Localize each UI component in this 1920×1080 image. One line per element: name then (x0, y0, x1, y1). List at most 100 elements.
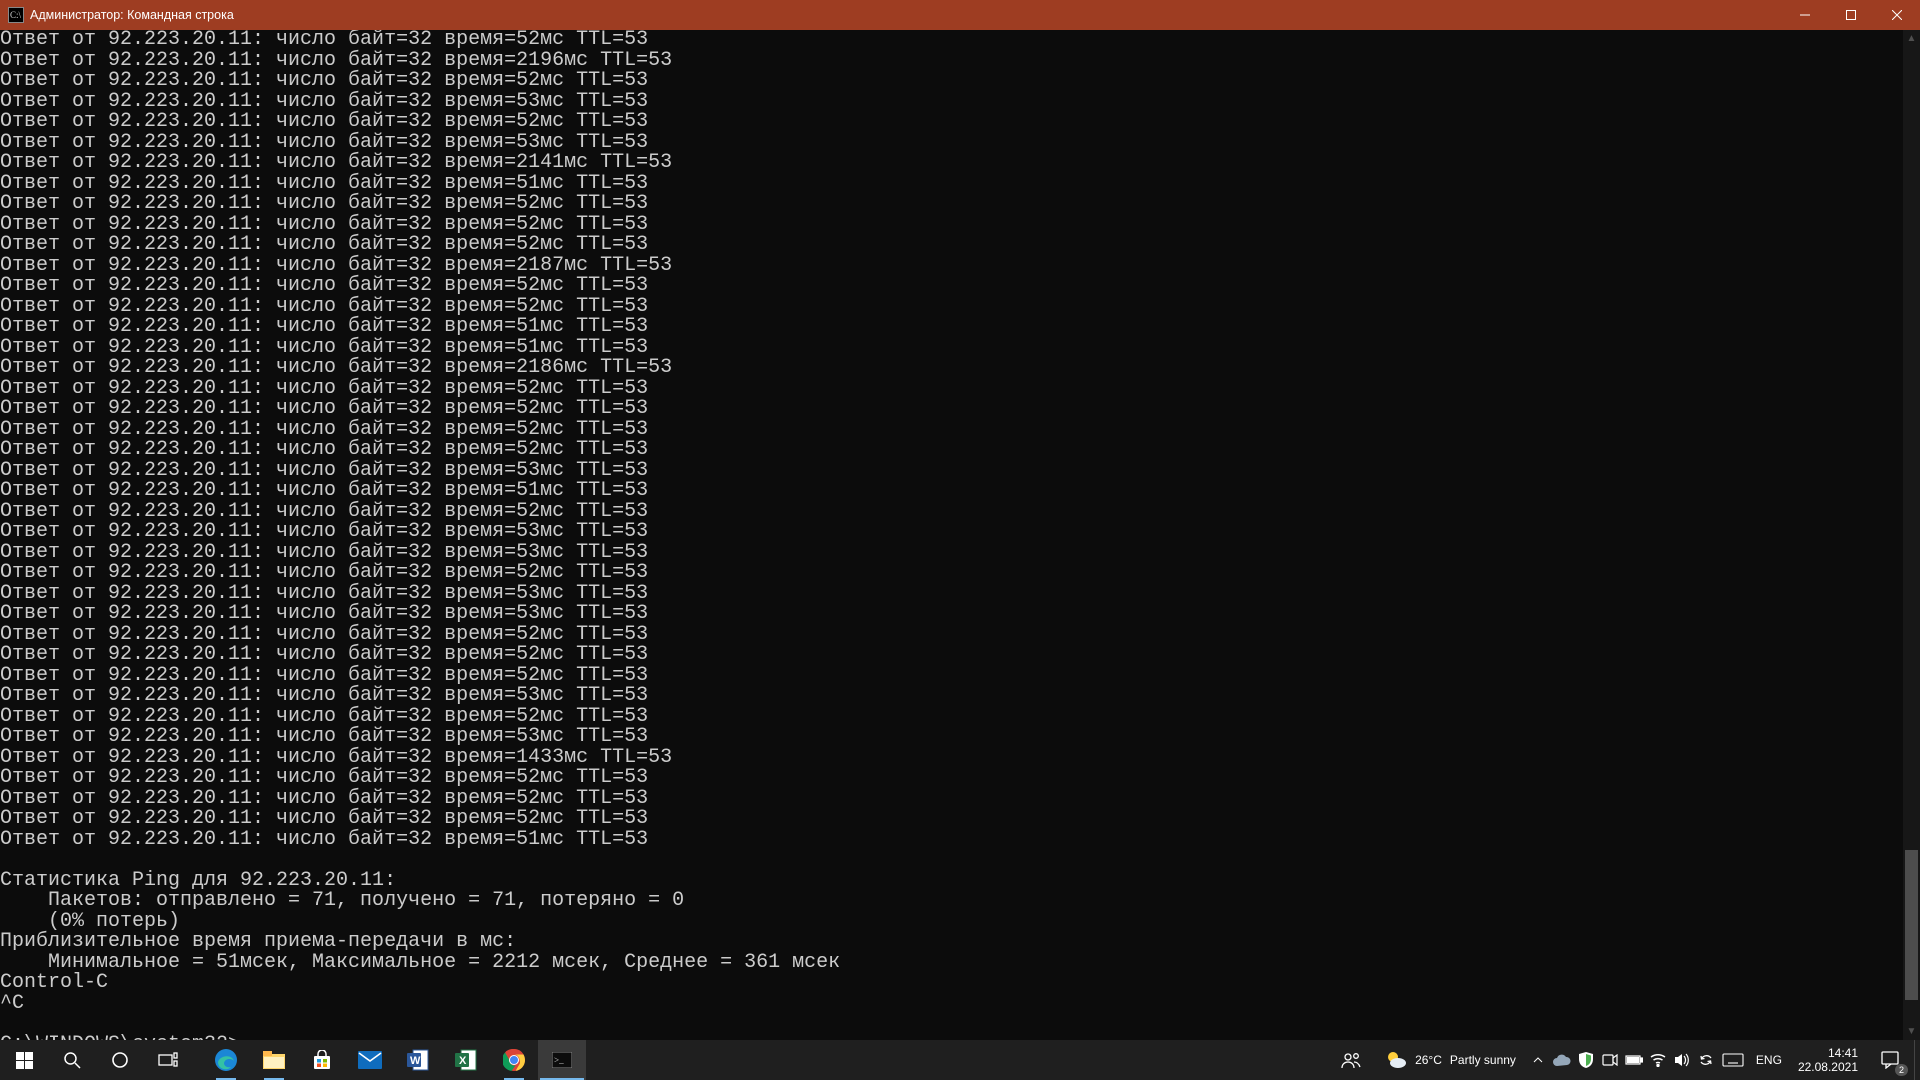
console-line: Минимальное = 51мсек, Максимальное = 221… (0, 953, 1903, 974)
console-line: Ответ от 92.223.20.11: число байт=32 вре… (0, 625, 1903, 646)
console-line: ^C (0, 994, 1903, 1015)
cortana-button[interactable] (96, 1040, 144, 1080)
console-line: Ответ от 92.223.20.11: число байт=32 вре… (0, 789, 1903, 810)
console-line (0, 850, 1903, 871)
svg-text:>_: >_ (554, 1055, 564, 1065)
tray-volume-icon[interactable] (1670, 1040, 1694, 1080)
console-line: Ответ от 92.223.20.11: число байт=32 вре… (0, 707, 1903, 728)
tray-sync-icon[interactable] (1694, 1040, 1718, 1080)
cmd-window: C:\ Администратор: Командная строка Отве… (0, 0, 1920, 1080)
console-line: Ответ от 92.223.20.11: число байт=32 вре… (0, 133, 1903, 154)
console-line: Ответ от 92.223.20.11: число байт=32 вре… (0, 584, 1903, 605)
console-line: Ответ от 92.223.20.11: число байт=32 вре… (0, 30, 1903, 51)
taskbar-app-cmd[interactable]: >_ (538, 1040, 586, 1080)
console-line: Статистика Ping для 92.223.20.11: (0, 871, 1903, 892)
tray-battery-icon[interactable] (1622, 1040, 1646, 1080)
taskbar-app-file-explorer[interactable] (250, 1040, 298, 1080)
taskbar-app-edge[interactable] (202, 1040, 250, 1080)
console-line: Ответ от 92.223.20.11: число байт=32 вре… (0, 317, 1903, 338)
weather-desc: Partly sunny (1450, 1053, 1516, 1067)
vertical-scrollbar[interactable]: ▲ ▼ (1903, 30, 1920, 1040)
close-button[interactable] (1874, 0, 1920, 30)
console-line: Ответ от 92.223.20.11: число байт=32 вре… (0, 502, 1903, 523)
scroll-thumb[interactable] (1905, 850, 1918, 1000)
console-line: Ответ от 92.223.20.11: число байт=32 вре… (0, 379, 1903, 400)
taskbar-app-chrome[interactable] (490, 1040, 538, 1080)
notification-badge: 2 (1895, 1064, 1908, 1076)
action-center-button[interactable]: 2 (1866, 1040, 1914, 1080)
task-view-button[interactable] (144, 1040, 192, 1080)
console-line: (0% потерь) (0, 912, 1903, 933)
console-line: Ответ от 92.223.20.11: число байт=32 вре… (0, 112, 1903, 133)
titlebar[interactable]: C:\ Администратор: Командная строка (0, 0, 1920, 30)
console-line: Ответ от 92.223.20.11: число байт=32 вре… (0, 276, 1903, 297)
weather-icon (1385, 1049, 1407, 1071)
system-tray (1526, 1040, 1748, 1080)
console-line: Ответ от 92.223.20.11: число байт=32 вре… (0, 481, 1903, 502)
tray-overflow-icon[interactable] (1526, 1040, 1550, 1080)
weather-temp: 26°C (1415, 1053, 1442, 1067)
clock[interactable]: 14:41 22.08.2021 (1790, 1046, 1866, 1074)
console-line: Ответ от 92.223.20.11: число байт=32 вре… (0, 809, 1903, 830)
maximize-button[interactable] (1828, 0, 1874, 30)
console-line: Ответ от 92.223.20.11: число байт=32 вре… (0, 686, 1903, 707)
console-output[interactable]: Ответ от 92.223.20.11: число байт=32 вре… (0, 30, 1903, 1040)
console-line: Ответ от 92.223.20.11: число байт=32 вре… (0, 92, 1903, 113)
console-line: Ответ от 92.223.20.11: число байт=32 вре… (0, 235, 1903, 256)
tray-meet-now-icon[interactable] (1598, 1040, 1622, 1080)
window-title: Администратор: Командная строка (30, 8, 234, 22)
console-line: Ответ от 92.223.20.11: число байт=32 вре… (0, 420, 1903, 441)
console-line: Ответ от 92.223.20.11: число байт=32 вре… (0, 297, 1903, 318)
taskbar: W X >_ 26°C Partly sunny (0, 1040, 1920, 1080)
console-line: Ответ от 92.223.20.11: число байт=32 вре… (0, 440, 1903, 461)
clock-date: 22.08.2021 (1798, 1060, 1858, 1074)
scroll-down-arrow[interactable]: ▼ (1903, 1023, 1920, 1040)
console-line: Ответ от 92.223.20.11: число байт=32 вре… (0, 215, 1903, 236)
console-line: Ответ от 92.223.20.11: число байт=32 вре… (0, 358, 1903, 379)
minimize-button[interactable] (1782, 0, 1828, 30)
console-line: Ответ от 92.223.20.11: число байт=32 вре… (0, 768, 1903, 789)
svg-text:C:\: C:\ (10, 10, 22, 20)
start-button[interactable] (0, 1040, 48, 1080)
console-line: Ответ от 92.223.20.11: число байт=32 вре… (0, 522, 1903, 543)
console-area: Ответ от 92.223.20.11: число байт=32 вре… (0, 30, 1920, 1040)
console-line: Ответ от 92.223.20.11: число байт=32 вре… (0, 194, 1903, 215)
console-line: Ответ от 92.223.20.11: число байт=32 вре… (0, 338, 1903, 359)
taskbar-app-store[interactable] (298, 1040, 346, 1080)
scroll-up-arrow[interactable]: ▲ (1903, 30, 1920, 47)
console-line: Ответ от 92.223.20.11: число байт=32 вре… (0, 256, 1903, 277)
search-button[interactable] (48, 1040, 96, 1080)
clock-time: 14:41 (1828, 1046, 1858, 1060)
console-line: Ответ от 92.223.20.11: число байт=32 вре… (0, 399, 1903, 420)
console-line: Ответ от 92.223.20.11: число байт=32 вре… (0, 604, 1903, 625)
console-line: Control-C (0, 973, 1903, 994)
tray-wifi-icon[interactable] (1646, 1040, 1670, 1080)
console-line: Ответ от 92.223.20.11: число байт=32 вре… (0, 461, 1903, 482)
tray-security-icon[interactable] (1574, 1040, 1598, 1080)
taskbar-app-excel[interactable]: X (442, 1040, 490, 1080)
cmd-app-icon: C:\ (8, 7, 24, 23)
language-indicator[interactable]: ENG (1748, 1053, 1790, 1067)
console-line (0, 1014, 1903, 1035)
console-line: Ответ от 92.223.20.11: число байт=32 вре… (0, 174, 1903, 195)
console-line: Ответ от 92.223.20.11: число байт=32 вре… (0, 543, 1903, 564)
tray-keyboard-icon[interactable] (1718, 1040, 1748, 1080)
console-line: Ответ от 92.223.20.11: число байт=32 вре… (0, 153, 1903, 174)
taskbar-app-word[interactable]: W (394, 1040, 442, 1080)
people-button[interactable] (1327, 1040, 1375, 1080)
console-line: Ответ от 92.223.20.11: число байт=32 вре… (0, 748, 1903, 769)
svg-text:W: W (410, 1055, 421, 1067)
console-line: Ответ от 92.223.20.11: число байт=32 вре… (0, 645, 1903, 666)
console-line: Ответ от 92.223.20.11: число байт=32 вре… (0, 666, 1903, 687)
console-line: Ответ от 92.223.20.11: число байт=32 вре… (0, 51, 1903, 72)
console-line: Пакетов: отправлено = 71, получено = 71,… (0, 891, 1903, 912)
weather-widget[interactable]: 26°C Partly sunny (1375, 1040, 1526, 1080)
console-line: Ответ от 92.223.20.11: число байт=32 вре… (0, 830, 1903, 851)
svg-text:X: X (459, 1055, 467, 1067)
console-line: Ответ от 92.223.20.11: число байт=32 вре… (0, 71, 1903, 92)
console-line: Ответ от 92.223.20.11: число байт=32 вре… (0, 563, 1903, 584)
console-line: Ответ от 92.223.20.11: число байт=32 вре… (0, 727, 1903, 748)
show-desktop-button[interactable] (1914, 1040, 1920, 1080)
taskbar-app-mail[interactable] (346, 1040, 394, 1080)
tray-onedrive-icon[interactable] (1550, 1040, 1574, 1080)
